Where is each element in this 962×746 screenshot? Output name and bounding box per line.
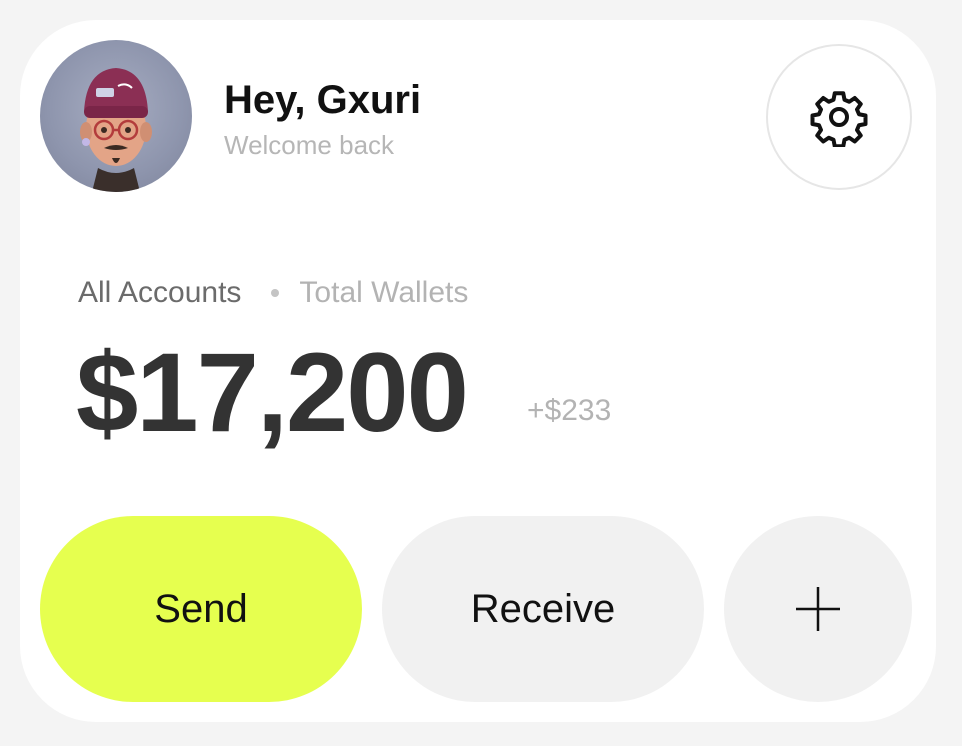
- accounts-tabs: All Accounts Total Wallets: [78, 276, 468, 310]
- receive-button[interactable]: Receive: [382, 516, 704, 702]
- tab-all-accounts[interactable]: All Accounts: [78, 276, 241, 310]
- avatar-image: [80, 68, 152, 192]
- send-button[interactable]: Send: [40, 516, 362, 702]
- plus-icon: [796, 587, 840, 631]
- balance-amount: $17,200: [76, 330, 469, 455]
- separator-dot: [271, 289, 280, 297]
- add-button[interactable]: [724, 516, 912, 702]
- welcome-subtitle: Welcome back: [224, 130, 395, 160]
- receive-button-label: Receive: [470, 586, 616, 631]
- balance-change: +$233: [527, 394, 612, 427]
- wallet-card: Hey, Gxuri Welcome back All Accounts Tot…: [20, 20, 936, 722]
- avatar[interactable]: [40, 40, 192, 192]
- greeting-title: Hey, Gxuri: [224, 78, 422, 122]
- settings-button[interactable]: [766, 44, 912, 190]
- send-button-label: Send: [154, 586, 248, 631]
- gear-icon: [810, 91, 868, 147]
- tab-total-wallets[interactable]: Total Wallets: [299, 276, 468, 310]
